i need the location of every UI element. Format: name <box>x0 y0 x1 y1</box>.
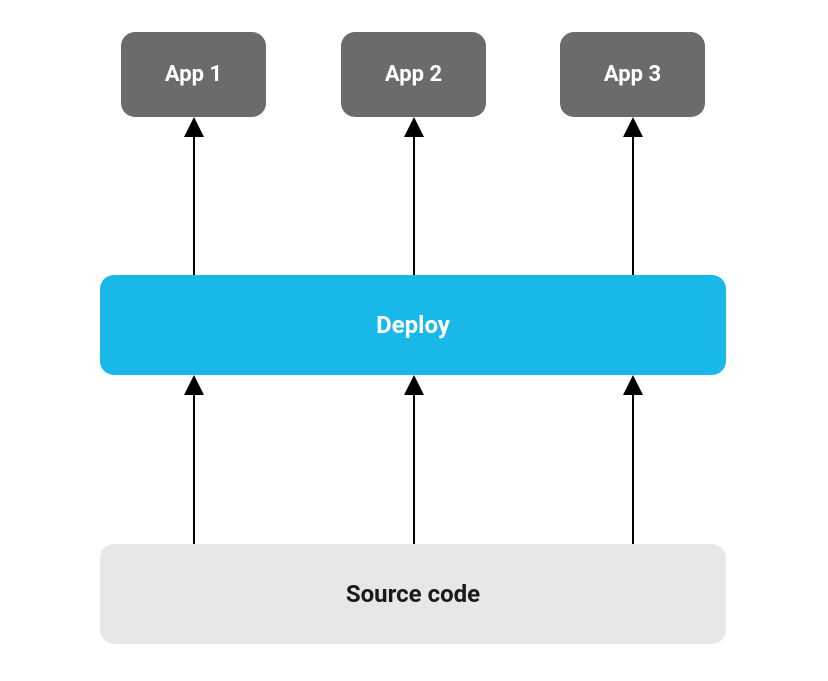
app-box-2: App 2 <box>341 32 486 117</box>
app-label-1: App 1 <box>165 62 222 87</box>
app-label-2: App 2 <box>385 62 442 87</box>
deployment-diagram: App 1 App 2 App 3 Deploy Source code <box>0 0 828 681</box>
app-box-3: App 3 <box>560 32 705 117</box>
source-box: Source code <box>100 544 726 644</box>
app-label-3: App 3 <box>604 62 661 87</box>
app-box-1: App 1 <box>121 32 266 117</box>
deploy-label: Deploy <box>376 311 450 339</box>
source-label: Source code <box>346 580 480 608</box>
deploy-box: Deploy <box>100 275 726 375</box>
